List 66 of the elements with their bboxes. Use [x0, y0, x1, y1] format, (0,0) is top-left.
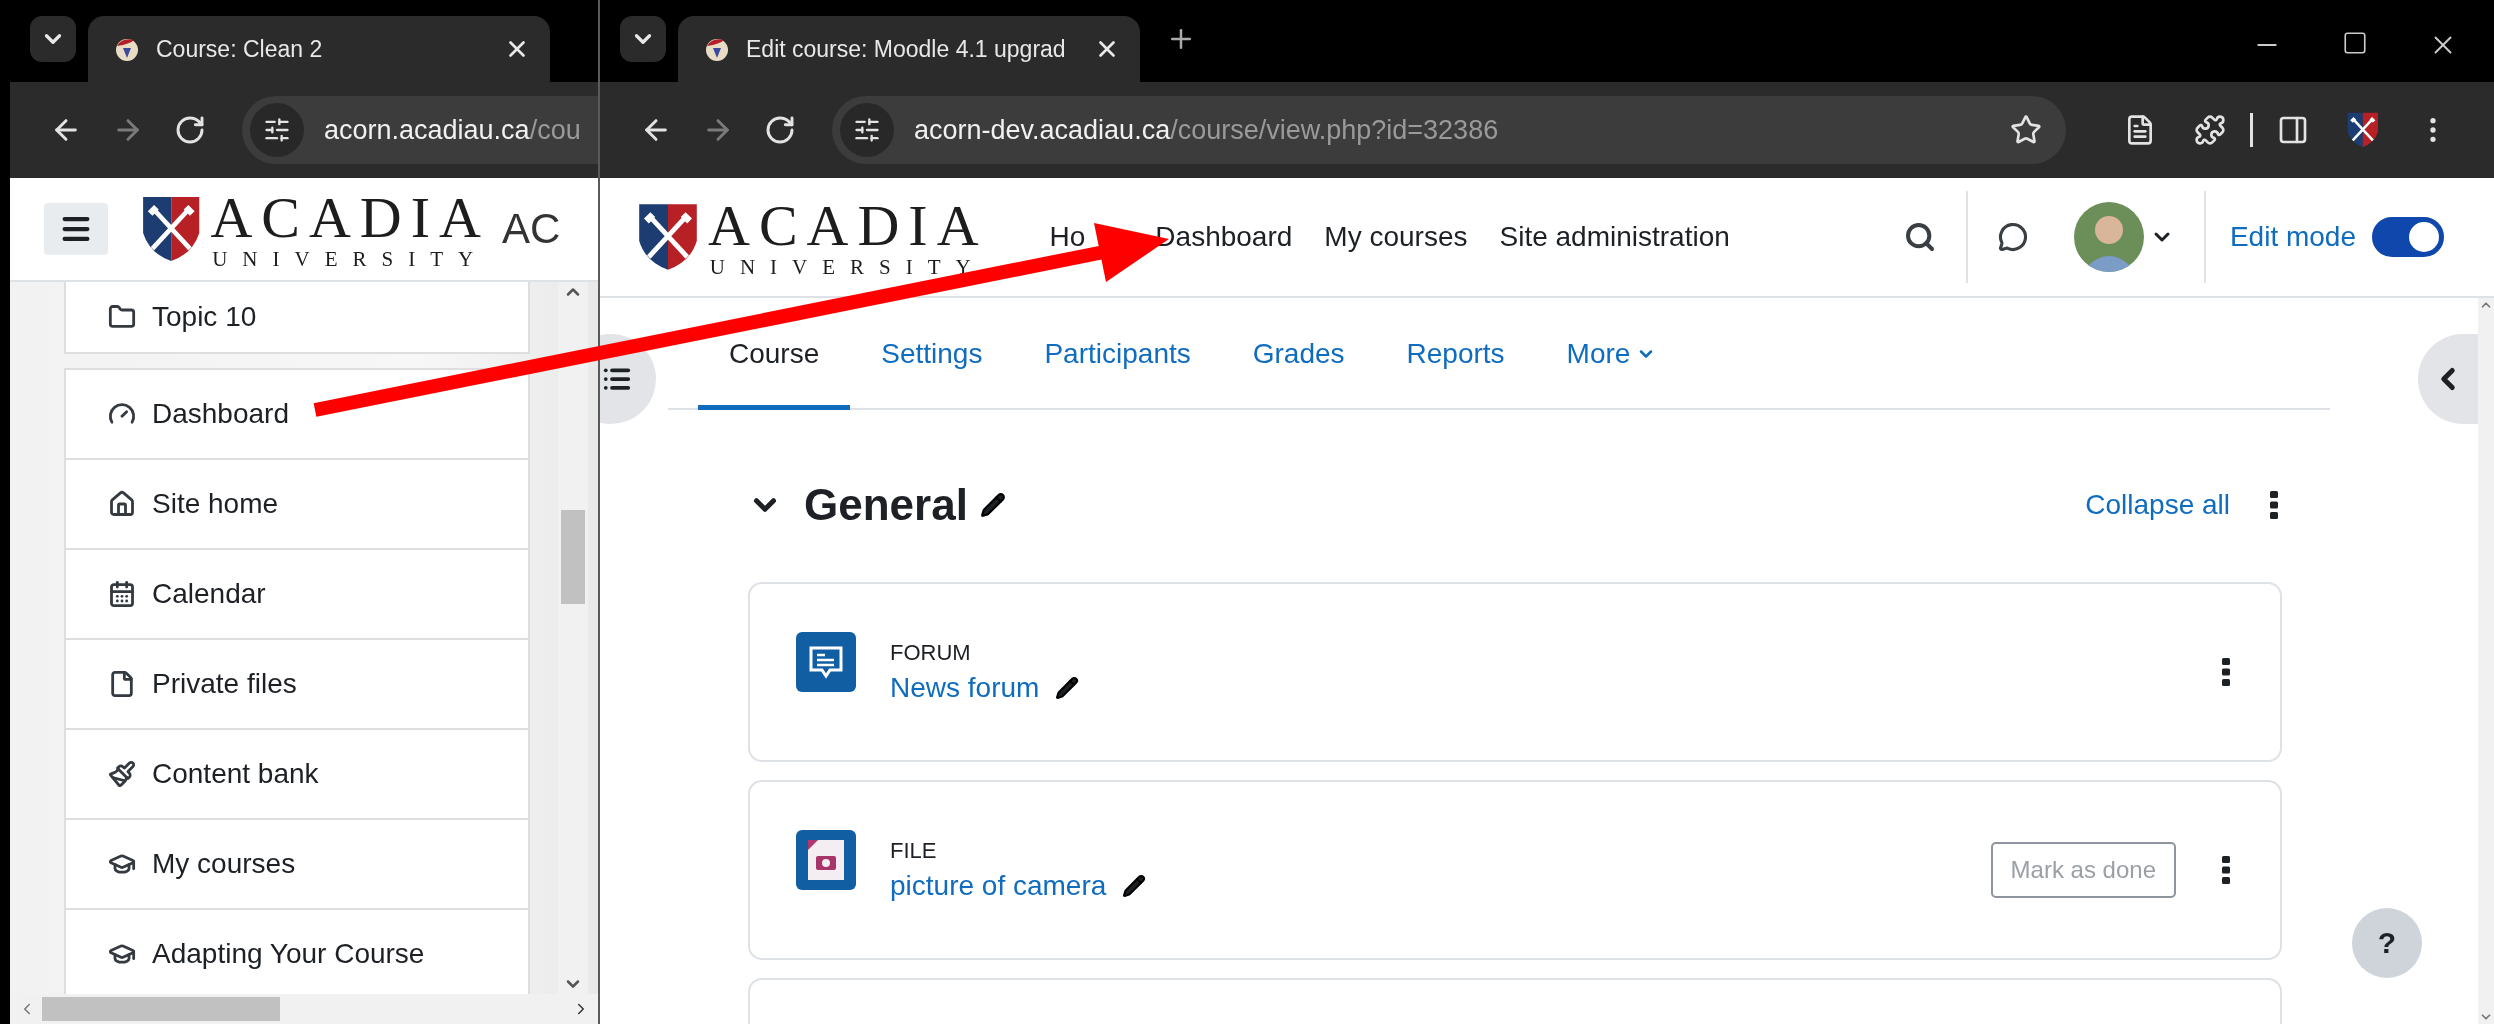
nav-link[interactable]: My courses [1324, 221, 1468, 253]
site-info-button[interactable] [250, 103, 304, 157]
star-icon[interactable] [2010, 114, 2042, 146]
maximize-icon[interactable] [2342, 30, 2368, 56]
sidebar-item[interactable]: Dashboard [66, 370, 528, 458]
reload-icon [764, 114, 796, 146]
activity-type: FILE [890, 838, 938, 864]
reload-icon [174, 114, 206, 146]
kebab-icon [2222, 856, 2230, 884]
address-bar[interactable]: acorn-dev.acadiau.ca/course/view.php?id=32386 [832, 96, 2066, 164]
section-title: General [804, 480, 968, 530]
activity-link[interactable]: picture of camera [890, 870, 1107, 902]
nav-link[interactable]: Site administration [1499, 221, 1730, 253]
tab-list-button[interactable] [620, 16, 666, 62]
course-tab[interactable]: Course [698, 298, 851, 410]
site-favicon-icon [114, 36, 140, 62]
activity-link[interactable]: News forum [890, 672, 1040, 704]
file-icon [108, 670, 136, 698]
edit-mode-label: Edit mode [2229, 221, 2356, 253]
course-tab[interactable]: Reports [1375, 298, 1536, 410]
sidebar-item[interactable]: My courses [66, 818, 528, 908]
pencil-icon[interactable] [979, 492, 1006, 518]
course-tab[interactable]: Settings [850, 298, 1014, 410]
nav-link[interactable]: Dashboard [1155, 221, 1293, 253]
help-button[interactable]: ? [2352, 908, 2422, 978]
shield-icon [636, 201, 700, 273]
image-file-icon [796, 830, 856, 890]
browser-tab[interactable]: Edit course: Moodle 4.1 upgrad [678, 16, 1140, 82]
sidebar-item[interactable]: Private files [66, 638, 528, 728]
edit-mode-switch[interactable] [2372, 217, 2444, 257]
scrollbar[interactable] [558, 282, 588, 994]
site-title: AC [501, 205, 561, 253]
sliders-icon [853, 116, 881, 144]
kebab-icon [2270, 491, 2278, 519]
pencil-icon[interactable] [1122, 874, 1147, 898]
course-tab[interactable]: Grades [1221, 298, 1376, 410]
activity-type: FORUM [890, 640, 972, 666]
course-tab[interactable]: More [1535, 298, 1688, 410]
sidebar-item[interactable]: Site home [66, 458, 528, 548]
university-logo[interactable]: ACADIA UNIVERSITY [636, 196, 988, 278]
house-icon [108, 490, 136, 518]
sidebar-item[interactable]: Calendar [66, 548, 528, 638]
open-drawer-button[interactable] [2418, 334, 2478, 424]
nav-link[interactable]: Ho [1049, 221, 1086, 253]
scrollbar[interactable] [2478, 298, 2494, 1024]
site-info-button[interactable] [840, 103, 894, 157]
site-favicon-icon [704, 36, 730, 62]
university-logo[interactable]: ACADIA UNIVERSITY [140, 188, 490, 270]
address-bar[interactable]: acorn.acadiau.ca/cou [242, 96, 598, 164]
collapse-all-link[interactable]: Collapse all [2085, 489, 2230, 521]
browser-tab[interactable]: Course: Clean 2 [88, 16, 550, 82]
search-icon [1903, 221, 1936, 253]
pencil-icon[interactable] [1055, 676, 1080, 700]
horizontal-scrollbar[interactable] [10, 994, 598, 1024]
calendar-icon [108, 580, 136, 608]
forum-icon [796, 632, 856, 692]
kebab-icon [2222, 658, 2230, 686]
speech-bubble-icon [1997, 222, 2028, 252]
menu-button[interactable] [44, 203, 108, 255]
sidebar-item[interactable]: Content bank [66, 728, 528, 818]
course-tab[interactable]: Participants [1013, 298, 1222, 410]
sidebar-item[interactable]: Topic 10 [66, 282, 528, 352]
sliders-icon [263, 116, 291, 144]
tab-list-button[interactable] [30, 16, 76, 62]
paintbrush-icon [108, 760, 136, 788]
folder-icon [108, 303, 136, 331]
